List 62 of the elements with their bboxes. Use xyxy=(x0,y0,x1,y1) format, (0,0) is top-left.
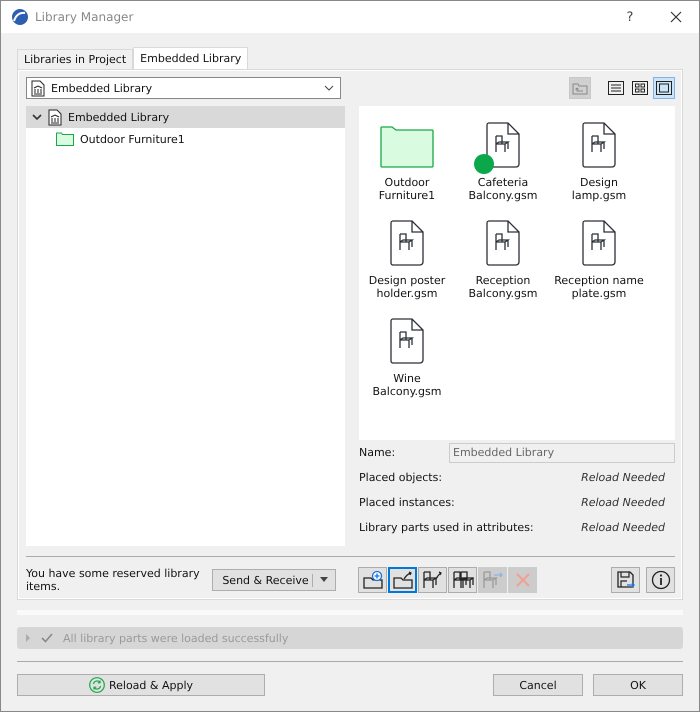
info-icon xyxy=(650,570,670,590)
toolbar-button[interactable] xyxy=(448,567,477,593)
tab[interactable]: Libraries in Project xyxy=(17,49,134,69)
chair-file-icon xyxy=(582,220,616,266)
save-button[interactable] xyxy=(611,567,640,593)
library-item[interactable]: Design poster holder.gsm xyxy=(359,216,455,314)
folder-icon xyxy=(56,132,74,146)
save-icon xyxy=(616,570,636,590)
chair-arrow-icon xyxy=(422,570,443,590)
info-label: Placed instances: xyxy=(359,496,455,509)
toolbar-button[interactable] xyxy=(418,567,447,593)
app-logo-icon xyxy=(11,8,29,26)
list-view-icon xyxy=(608,81,624,95)
dialog-button[interactable]: OK xyxy=(593,674,683,696)
caret-icon xyxy=(319,577,329,583)
send-receive-button[interactable]: Send & Receive xyxy=(212,569,336,591)
folder-icon xyxy=(380,126,434,168)
tree-item[interactable]: Embedded Library xyxy=(26,106,345,128)
chair-arrow-icon xyxy=(482,570,503,590)
dialog-button[interactable]: Cancel xyxy=(493,674,583,696)
info-value: Reload Needed xyxy=(581,521,666,534)
toolbar-button[interactable] xyxy=(388,567,417,593)
close-icon xyxy=(670,11,682,23)
library-item[interactable]: Reception Balcony.gsm xyxy=(455,216,551,314)
refresh-icon xyxy=(88,677,105,693)
library-item[interactable]: Cafeteria Balcony.gsm xyxy=(455,118,551,216)
chair-file-icon xyxy=(390,220,424,266)
folder-arrow-icon xyxy=(392,570,414,590)
chairs-icon xyxy=(452,570,474,590)
add-folder-icon xyxy=(362,570,384,590)
chair-file-icon xyxy=(582,122,616,168)
library-file-icon xyxy=(31,80,45,96)
library-dropdown[interactable]: Embedded Library xyxy=(26,77,341,99)
chair-file-icon xyxy=(486,220,520,266)
info-value: Reload Needed xyxy=(581,496,666,509)
chevron-down-icon[interactable] xyxy=(32,112,42,122)
tab[interactable]: Embedded Library xyxy=(133,47,248,69)
library-file-icon xyxy=(48,108,62,126)
info-button[interactable] xyxy=(646,567,675,593)
info-label: Library parts used in attributes: xyxy=(359,521,534,534)
reload-apply-button[interactable]: Reload & Apply xyxy=(17,674,265,696)
help-button[interactable]: ? xyxy=(607,1,653,33)
window-title: Library Manager xyxy=(35,10,134,24)
field-label: Name: xyxy=(359,446,396,459)
triangle-right-icon xyxy=(25,634,31,642)
library-item[interactable]: Outdoor Furniture1 xyxy=(359,118,455,216)
chair-file-icon xyxy=(390,318,424,364)
toolbar-button[interactable] xyxy=(358,567,387,593)
chair-file-icon xyxy=(486,122,520,168)
grid-view-icon xyxy=(632,81,648,95)
library-item[interactable]: Design lamp.gsm xyxy=(551,118,647,216)
info-label: Placed objects: xyxy=(359,471,442,484)
info-value: Reload Needed xyxy=(581,471,666,484)
preview-view-icon xyxy=(656,81,672,95)
reserved-message: You have some reserved library items. xyxy=(26,567,201,593)
library-item[interactable]: Wine Balcony.gsm xyxy=(359,314,455,412)
chevron-down-icon xyxy=(324,85,334,91)
view-mode-button[interactable] xyxy=(653,77,675,99)
tree-item[interactable]: Outdoor Furniture1 xyxy=(26,128,345,150)
folder-up-icon xyxy=(572,81,588,95)
checkmark-icon xyxy=(41,633,53,643)
library-item[interactable]: Reception name plate.gsm xyxy=(551,216,647,314)
